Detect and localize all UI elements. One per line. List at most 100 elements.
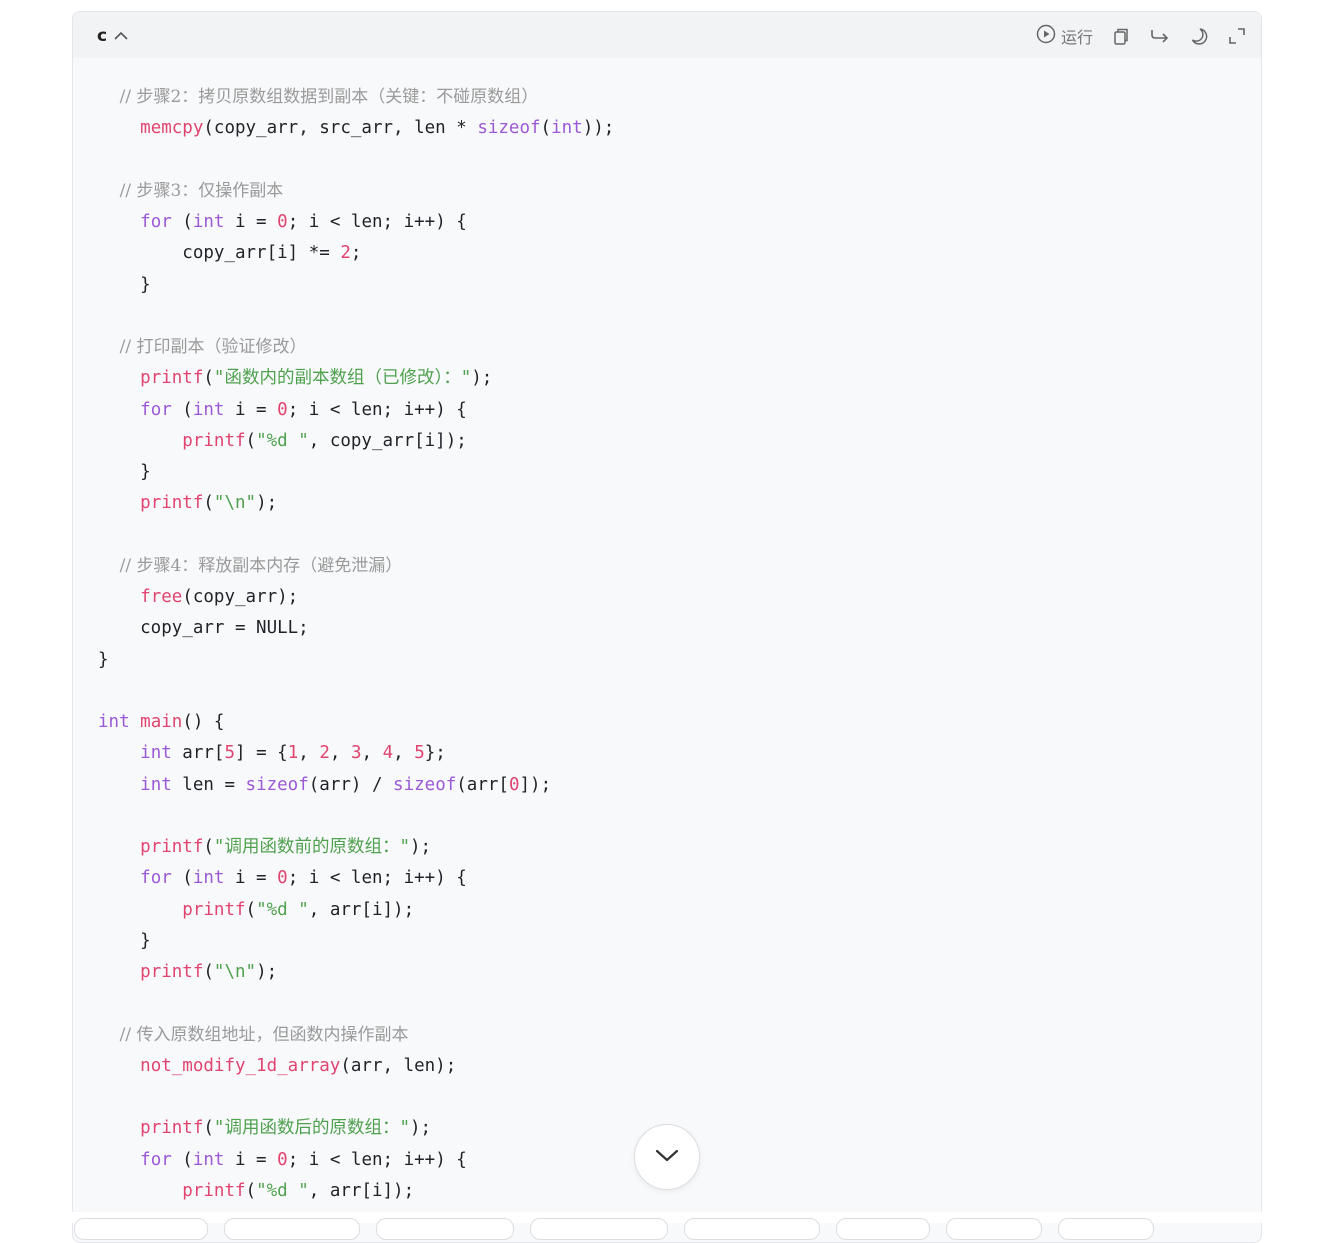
keyword-token: sizeof: [245, 774, 309, 795]
suggestion-chip[interactable]: [74, 1218, 208, 1240]
language-toggle[interactable]: c: [97, 26, 129, 46]
keyword-token: int: [551, 118, 583, 139]
copy-icon[interactable]: [1111, 26, 1131, 46]
number-token: 4: [382, 743, 394, 764]
code-block: c 运行 // 步骤2：拷贝原数组数据到副本（关键：不碰原数组） memcpy(…: [72, 11, 1262, 1243]
function-token: printf: [182, 899, 246, 920]
code-token: i =: [224, 212, 278, 232]
code-token: arr[: [171, 743, 225, 764]
string-token: "%d ": [256, 899, 309, 920]
wrap-arrow-icon[interactable]: [1149, 26, 1171, 46]
code-line: // 步骤2：拷贝原数组数据到副本（关键：不碰原数组）: [98, 82, 614, 113]
code-line: printf("调用函数前的原数组：");: [98, 832, 614, 863]
code-token: (arr[: [456, 774, 509, 795]
suggestion-chip[interactable]: [836, 1218, 930, 1240]
suggestion-chip[interactable]: [946, 1218, 1042, 1240]
function-token: main: [140, 712, 183, 732]
code-token: }: [98, 462, 151, 482]
code-token: , arr[i]);: [308, 1180, 415, 1201]
function-token: printf: [140, 1118, 204, 1139]
function-token: printf: [140, 837, 204, 857]
code-line: printf("%d ", arr[i]);: [98, 895, 614, 926]
string-token: "\n": [213, 962, 257, 982]
code-line: printf("%d ", arr[i]);: [98, 1176, 614, 1207]
code-token: (: [171, 399, 193, 420]
number-token: 0: [277, 399, 288, 420]
comment-token: // 步骤2：拷贝原数组数据到副本（关键：不碰原数组）: [98, 87, 539, 107]
code-line: }: [98, 645, 614, 676]
code-token: ] = {: [235, 743, 288, 764]
scroll-down-button[interactable]: [634, 1124, 700, 1190]
code-token: (: [245, 899, 257, 920]
code-line: copy_arr = NULL;: [98, 613, 614, 644]
suggestion-chip[interactable]: [376, 1218, 514, 1240]
keyword-token: int: [140, 774, 172, 795]
code-token: );: [256, 962, 278, 982]
code-line: // 打印副本（验证修改）: [98, 332, 614, 363]
function-token: printf: [140, 368, 204, 389]
keyword-token: int: [192, 399, 225, 420]
code-token: (: [171, 1149, 193, 1170]
code-token: );: [410, 1118, 432, 1139]
code-line: printf("函数内的副本数组（已修改）：");: [98, 363, 614, 394]
code-token: () {: [182, 712, 225, 732]
expand-icon[interactable]: [1227, 26, 1247, 46]
suggestion-chip[interactable]: [684, 1218, 820, 1240]
code-token: );: [256, 493, 278, 514]
suggestion-chip[interactable]: [224, 1218, 360, 1240]
code-line: for (int i = 0; i < len; i++) {: [98, 1145, 614, 1176]
suggestion-chip[interactable]: [530, 1218, 668, 1240]
code-token: (: [171, 212, 193, 232]
code-token: ));: [582, 118, 615, 139]
code-line: copy_arr[i] *= 2;: [98, 238, 614, 269]
code-token: ,: [361, 743, 383, 764]
code-token: }: [98, 930, 151, 951]
code-block-header: c 运行: [73, 12, 1261, 58]
keyword-token: for: [140, 399, 172, 420]
code-token: i =: [224, 868, 278, 889]
keyword-token: int: [140, 743, 172, 764]
comment-token: // 打印副本（验证修改）: [98, 337, 307, 357]
string-token: "调用函数后的原数组：": [213, 1118, 410, 1139]
code-line: }: [98, 457, 614, 488]
code-token: ,: [298, 743, 320, 764]
string-token: "\n": [213, 493, 257, 514]
code-token: (: [203, 1118, 214, 1139]
code-line: for (int i = 0; i < len; i++) {: [98, 207, 614, 238]
code-token: copy_arr[i] *=: [98, 243, 341, 264]
number-token: 1: [287, 743, 299, 764]
run-button[interactable]: 运行: [1036, 24, 1093, 48]
code-token: ]);: [519, 774, 552, 795]
code-line: printf("\n");: [98, 957, 614, 988]
keyword-token: sizeof: [477, 118, 541, 139]
code-token: (: [203, 368, 214, 389]
keyword-token: int: [192, 868, 225, 889]
string-token: "%d ": [256, 1180, 309, 1201]
moon-icon[interactable]: [1189, 26, 1209, 46]
code-token: i =: [224, 1149, 278, 1170]
code-token: ,: [329, 743, 351, 764]
keyword-token: for: [140, 212, 172, 232]
language-label: c: [97, 26, 108, 46]
code-line: printf("调用函数后的原数组：");: [98, 1113, 614, 1144]
code-token: (: [203, 837, 214, 857]
code-line: not_modify_1d_array(arr, len);: [98, 1051, 614, 1082]
keyword-token: for: [140, 1149, 172, 1170]
suggestion-chip[interactable]: [1058, 1218, 1154, 1240]
code-token: len =: [171, 774, 246, 795]
string-token: "调用函数前的原数组：": [213, 837, 410, 857]
